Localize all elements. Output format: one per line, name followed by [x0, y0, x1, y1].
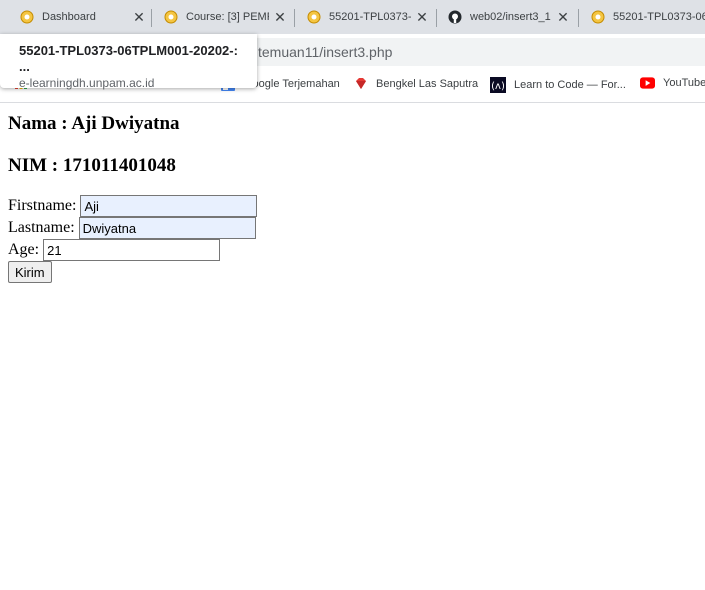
hover-card-domain: e-learningdh.unpam.ac.id: [19, 76, 155, 90]
bookmark-label: YouTube: [663, 77, 705, 89]
bookmark-bengkel[interactable]: Bengkel Las Saputra: [354, 77, 478, 91]
address-url[interactable]: temuan11/insert3.php: [258, 44, 392, 60]
tab-title: web02/insert3_1: [470, 11, 551, 23]
hover-card-title: 55201-TPL0373-06TPLM001-20202-: ...: [19, 43, 238, 74]
firstname-row: Firstname:: [8, 195, 258, 217]
nim-heading: NIM : 171011401048: [8, 155, 176, 176]
tab-title: 55201-TPL0373-06: [613, 11, 705, 23]
tab-course-active[interactable]: 55201-TPL0373-06: [591, 0, 705, 34]
bookmark-label: Learn to Code — For...: [514, 79, 626, 91]
tab-title: 55201-TPL0373-06TPLM: [329, 11, 411, 23]
youtube-icon: [640, 77, 655, 89]
age-label: Age:: [8, 241, 40, 258]
github-icon: [448, 10, 462, 24]
age-input[interactable]: [43, 239, 221, 261]
tab-strip: Dashboard ✕ Course: [3] PEMROGRAMAN ✕ 55…: [0, 0, 705, 34]
tab-dashboard[interactable]: Dashboard ✕: [20, 0, 146, 34]
moodle-icon: [164, 10, 178, 24]
tab-separator: [151, 9, 152, 27]
close-icon[interactable]: ✕: [415, 9, 429, 26]
tab-course[interactable]: Course: [3] PEMROGRAMAN ✕: [164, 0, 287, 34]
bookmark-freecodecamp[interactable]: (ʌ) Learn to Code — For...: [490, 77, 626, 93]
moodle-icon: [20, 10, 34, 24]
close-icon[interactable]: ✕: [132, 9, 146, 26]
age-row: Age:: [8, 239, 221, 261]
gem-icon: [356, 78, 366, 89]
firstname-label: Firstname:: [8, 197, 77, 214]
tab-github[interactable]: web02/insert3_1 ✕: [448, 0, 570, 34]
bookmark-label: Bengkel Las Saputra: [376, 78, 479, 90]
submit-button[interactable]: Kirim: [8, 261, 52, 283]
bookmark-youtube[interactable]: YouTube: [640, 77, 705, 89]
tab-separator: [578, 9, 579, 27]
close-icon[interactable]: ✕: [273, 9, 287, 26]
bookmark-label: Google Terjemahan: [244, 78, 340, 90]
firstname-input[interactable]: [80, 195, 258, 217]
tab-course-section[interactable]: 55201-TPL0373-06TPLM ✕: [307, 0, 429, 34]
name-heading: Nama : Aji Dwiyatna: [8, 113, 180, 134]
svg-text:(ʌ): (ʌ): [491, 81, 505, 92]
moodle-icon: [591, 10, 605, 24]
lastname-row: Lastname:: [8, 217, 256, 239]
lastname-input[interactable]: [78, 217, 256, 239]
freecodecamp-icon: (ʌ): [490, 77, 506, 93]
tab-title: Dashboard: [42, 11, 96, 23]
tab-hover-card: 55201-TPL0373-06TPLM001-20202-: ... e-le…: [0, 34, 257, 90]
tab-separator: [294, 9, 295, 27]
tab-separator: [436, 9, 437, 27]
tab-title: Course: [3] PEMROGRAMAN: [186, 11, 269, 23]
moodle-icon: [307, 10, 321, 24]
lastname-label: Lastname:: [8, 219, 75, 236]
close-icon[interactable]: ✕: [556, 9, 570, 26]
